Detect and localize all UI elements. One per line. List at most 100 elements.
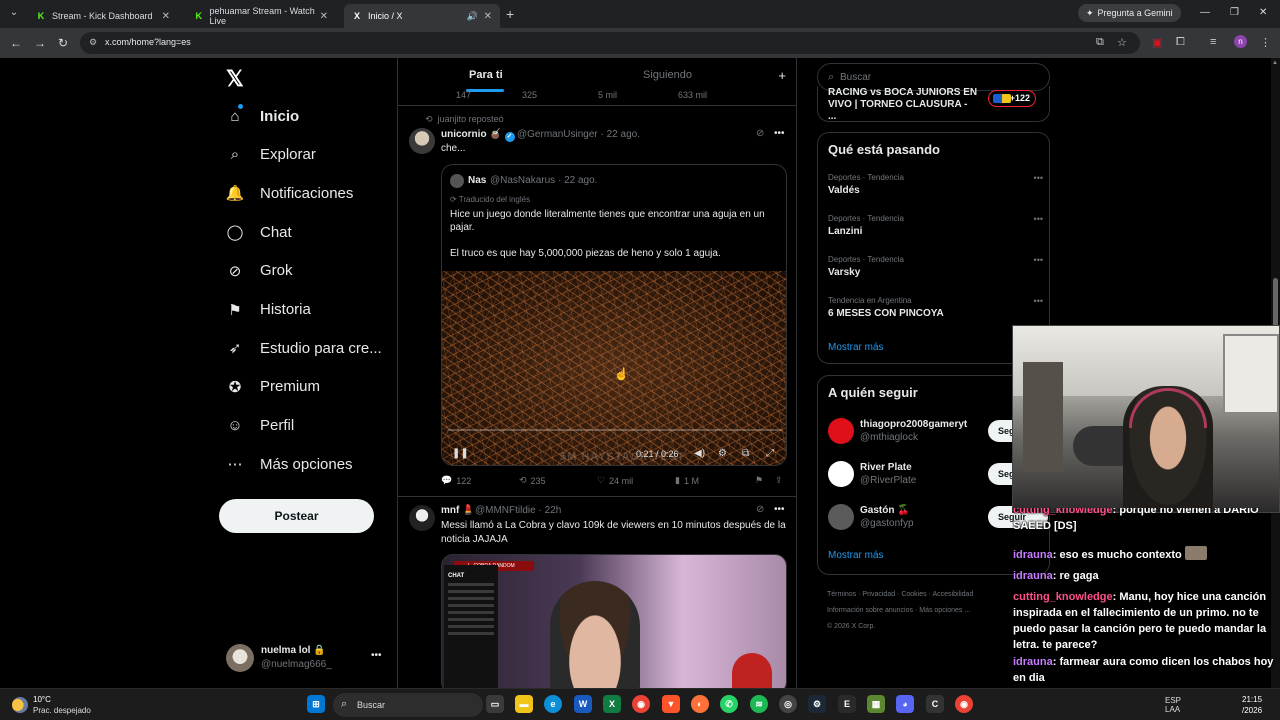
chat-username[interactable]: cutting_knowledge [1013,508,1113,516]
chat-username[interactable]: idrauna [1013,549,1053,561]
more-icon[interactable]: ••• [774,128,785,139]
nav-item-explorar[interactable]: ⌕ Explorar [226,143,316,167]
taskbar-search[interactable]: ⌕ Buscar [333,693,483,717]
video-player[interactable]: ❚❚ 5M HAYSTACK TEST 0:21 / 0:26 ◀) ⚙ ⧉ ⤢… [442,271,786,465]
scroll-up-icon[interactable]: ▲ [1272,60,1278,66]
tab-for-you[interactable]: Para ti [469,69,503,81]
app-icon[interactable]: C [926,695,944,713]
browser-tab-pehuamar-stream[interactable]: K pehuamar Stream - Watch Live ✕ [186,4,336,28]
post-author[interactable]: mnf 💄 [441,505,475,516]
epic-games-icon[interactable]: E [838,695,856,713]
reposted-by[interactable]: juanjito reposteó [438,114,504,124]
trend-item[interactable]: Tendencia en Argentina 6 MESES CON PINCOY… [828,296,1043,326]
more-icon[interactable]: ••• [1034,255,1043,265]
view-count[interactable]: 633 mil [678,90,707,100]
minimize-icon[interactable]: — [1200,7,1210,18]
language-indicator[interactable]: ESP [1165,696,1181,705]
more-icon[interactable]: ••• [1034,214,1043,224]
pip-icon[interactable]: ⧉ [742,448,749,459]
video-progress-bar[interactable] [448,429,782,431]
footer-link[interactable]: Términos [827,591,856,598]
nav-item-historia[interactable]: ⚑ Historia [226,298,311,322]
quoted-post[interactable]: Nas @NasNakarus · 22 ago. ⟳ Traducido de… [441,164,787,466]
reading-list-icon[interactable]: ≡ [1210,36,1216,48]
post-handle[interactable]: @GermanUsinger [517,129,598,140]
browser-tab-kick-dashboard[interactable]: K Stream - Kick Dashboard ✕ [28,4,178,28]
obs-icon[interactable]: ◎ [779,695,797,713]
footer-link[interactable]: Accesibilidad [932,591,973,598]
footer-link[interactable]: Información sobre anuncios [827,607,913,614]
nav-item-premium[interactable]: ✪ Premium [226,375,320,399]
nav-item-chat[interactable]: ◯ Chat [226,220,292,244]
keyboard-layout[interactable]: LAA [1165,705,1180,714]
back-icon[interactable]: ← [10,36,22,50]
nav-item-perfil[interactable]: ☺ Perfil [226,414,294,438]
chat-username[interactable]: cutting_knowledge [1013,591,1113,603]
whatsapp-icon[interactable]: ✆ [720,695,738,713]
task-view-icon[interactable]: ▭ [486,695,504,713]
tab-search-button[interactable]: ⌄ [6,5,22,21]
discord-icon[interactable]: ◕ [896,695,914,713]
footer-link[interactable]: Más opciones ... [919,607,970,614]
extension-icon[interactable]: ▣ [1152,36,1162,49]
suggested-user-name[interactable]: River Plate [860,462,912,473]
avatar[interactable] [409,128,435,154]
forward-icon[interactable]: → [34,36,46,50]
bookmark-star-icon[interactable]: ☆ [1117,36,1127,49]
word-icon[interactable]: W [574,695,592,713]
close-icon[interactable]: ✕ [162,11,170,22]
repost-button[interactable]: ⟲ 235 [519,475,546,486]
grok-icon[interactable]: ⊘ [756,128,764,139]
volume-icon[interactable]: ◀) [694,448,705,459]
chat-username[interactable]: idrauna [1013,656,1053,668]
post-image[interactable]: L. COBRA RANDOM CHAT [441,554,787,688]
share-icon[interactable]: ⇪ [775,475,783,486]
post-button[interactable]: Postear [219,499,374,533]
fullscreen-icon[interactable]: ⤢ [766,448,774,459]
brave-icon[interactable]: ▼ [662,695,680,713]
avatar[interactable] [828,504,854,530]
grok-icon[interactable]: ⊘ [756,504,764,515]
restore-icon[interactable]: ❐ [1230,7,1239,18]
install-app-icon[interactable]: ⧉ [1096,36,1104,49]
edge-icon[interactable]: e [544,695,562,713]
repost-count[interactable]: 325 [522,90,537,100]
suggested-user-name[interactable]: Gastón 🍒 [860,505,910,516]
like-button[interactable]: ♡ 24 mil [597,475,633,486]
chrome-active-icon[interactable]: ◉ [955,695,973,713]
tab-following[interactable]: Siguiendo [643,69,692,81]
steam-icon[interactable]: ⚙ [808,695,826,713]
site-info-icon[interactable]: ⚙ [89,37,97,48]
more-icon[interactable]: ••• [1034,296,1043,306]
reply-button[interactable]: 💬 122 [441,475,471,486]
avatar[interactable] [409,505,435,531]
weather-widget[interactable]: 10°C Prac. despejado [12,694,132,716]
file-explorer-icon[interactable]: ▬ [515,695,533,713]
gemini-button[interactable]: ✦ Pregunta a Gemini [1078,4,1181,22]
trend-item[interactable]: Deportes · Tendencia Lanzini ••• [828,214,1043,244]
pause-icon[interactable]: ❚❚ [452,448,469,459]
browser-tab-inicio-x[interactable]: X Inicio / X 🔊 ✕ [344,4,500,28]
new-tab-button[interactable]: + [506,6,514,22]
nav-item-estudio-para-cre-[interactable]: ➶ Estudio para cre... [226,336,382,360]
bookmark-icon[interactable]: ⚑ [755,475,763,486]
post-date[interactable]: 22 ago. [607,129,640,140]
post-author[interactable]: unicornio 🧉 ✓ [441,129,515,142]
footer-link[interactable]: Cookies [901,591,926,598]
add-list-icon[interactable]: + [778,68,786,83]
windows-start-icon[interactable]: ⊞ [307,695,325,713]
footer-link[interactable]: Privacidad [862,591,895,598]
spotify-icon[interactable]: ≋ [750,695,768,713]
trend-item[interactable]: Deportes · Tendencia Varsky ••• [828,255,1043,285]
post-handle[interactable]: @MMNFtildie [475,505,536,516]
extensions-puzzle-icon[interactable]: ⧠ [1176,36,1185,49]
nav-item-grok[interactable]: ⊘ Grok [226,259,293,283]
profile-avatar[interactable]: n [1234,35,1247,48]
x-logo-icon[interactable]: 𝕏 [226,66,244,92]
speaker-icon[interactable]: 🔊 [467,11,478,22]
live-event-card[interactable]: RACING vs BOCA JUNIORS EN VIVO | TORNEO … [817,86,1050,122]
firefox-icon[interactable]: ◐ [691,695,709,713]
account-switcher[interactable]: nuelma lol 🔒 @nuelmag666_ ••• [226,644,386,674]
more-icon[interactable]: ••• [1034,173,1043,183]
like-count[interactable]: 5 mil [598,90,617,100]
